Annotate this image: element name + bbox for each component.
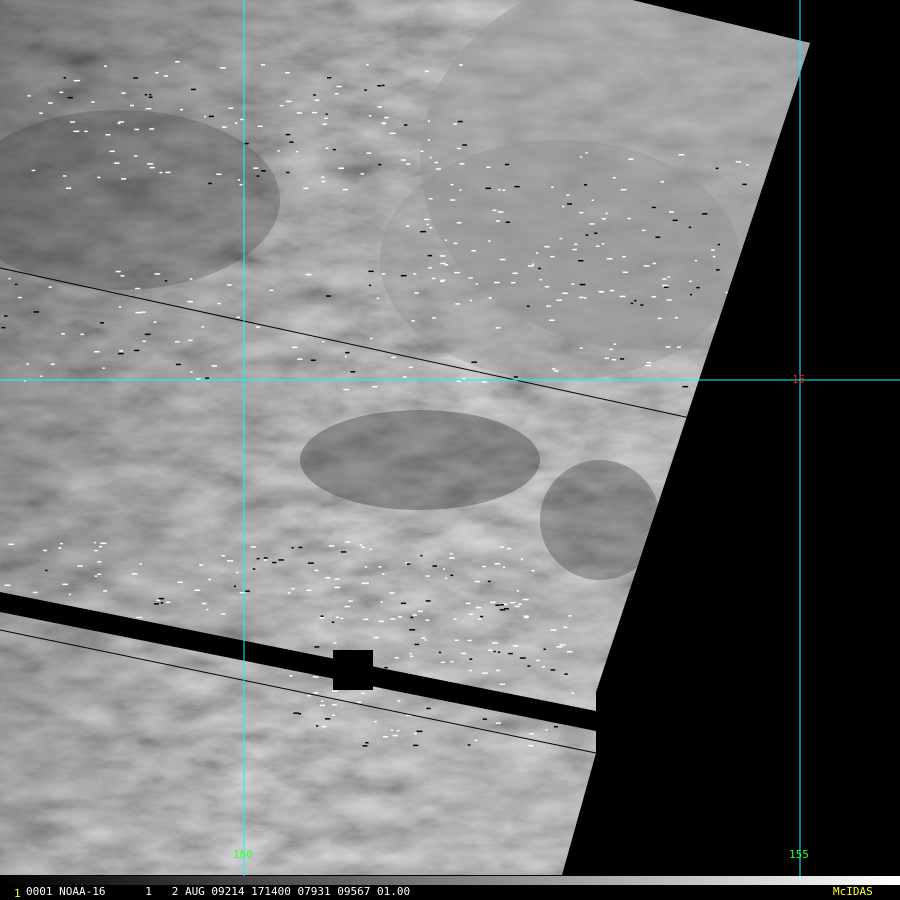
swath [0, 0, 810, 875]
data-gap-block [333, 650, 373, 690]
latitude-label-15: 15 [792, 373, 806, 386]
satellite-imagery [0, 0, 900, 885]
gray-scale-bar [0, 876, 900, 885]
satellite-image-viewer: 15 160 155 1 0001 NOAA-16 1 2 AUG 09214 … [0, 0, 900, 900]
longitude-label-160: 160 [233, 848, 253, 861]
mcidas-logo-text: McIDAS [833, 885, 873, 898]
frame-number: 1 [14, 887, 21, 900]
image-info-text: 0001 NOAA-16 1 2 AUG 09214 171400 07931 … [26, 885, 411, 898]
longitude-label-155: 155 [789, 848, 809, 861]
